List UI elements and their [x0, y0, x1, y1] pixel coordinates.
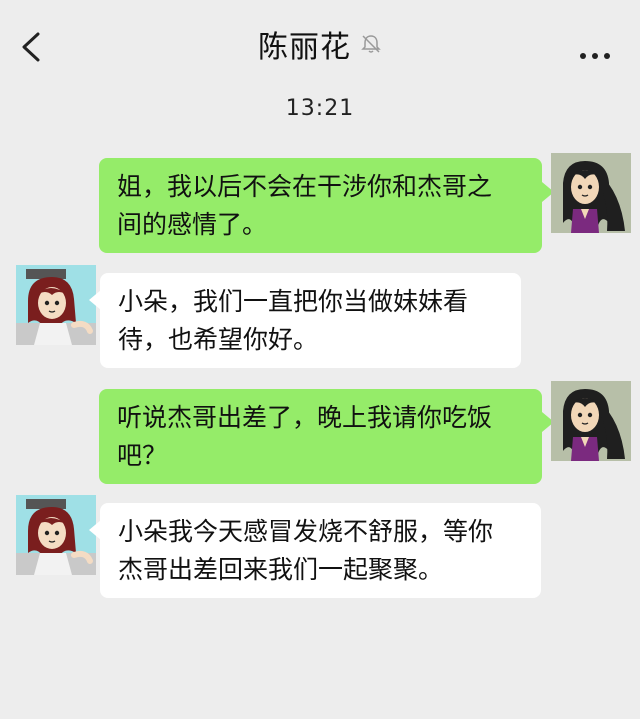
message-bubble-outgoing[interactable]: 听说杰哥出差了，晚上我请你吃饭 吧？ [99, 389, 542, 484]
contact-avatar[interactable] [16, 495, 96, 575]
contact-avatar[interactable] [16, 265, 96, 345]
bell-muted-icon [361, 35, 381, 53]
message-bubble-outgoing[interactable]: 姐，我以后不会在干涉你和杰哥之 间的感情了。 [99, 158, 542, 253]
message-text-line: 姐，我以后不会在干涉你和杰哥之 [117, 172, 493, 201]
chat-title: 陈丽花 [257, 30, 351, 65]
message-text-line: 间的感情了。 [117, 210, 268, 239]
message-timestamp: 13:21 [285, 96, 355, 121]
message-text-line: 小朵，我们一直把你当做妹妹看 [118, 287, 469, 316]
message-text-line: 杰哥出差回来我们一起聚聚。 [118, 555, 444, 584]
chat-header: 陈丽花 [0, 0, 640, 88]
message-text-line: 听说杰哥出差了，晚上我请你吃饭 [117, 403, 493, 432]
message-text-line: 小朵我今天感冒发烧不舒服，等你 [118, 517, 494, 546]
more-dots-icon[interactable] [580, 44, 614, 59]
message-bubble-incoming[interactable]: 小朵，我们一直把你当做妹妹看 待，也希望你好。 [100, 273, 521, 368]
contact-avatar-self[interactable] [551, 153, 631, 233]
contact-avatar-self[interactable] [551, 381, 631, 461]
message-text-line: 吧？ [117, 441, 168, 470]
message-text-line: 待，也希望你好。 [118, 325, 319, 354]
message-bubble-incoming[interactable]: 小朵我今天感冒发烧不舒服，等你 杰哥出差回来我们一起聚聚。 [100, 503, 541, 598]
title-area: 陈丽花 [0, 22, 640, 66]
